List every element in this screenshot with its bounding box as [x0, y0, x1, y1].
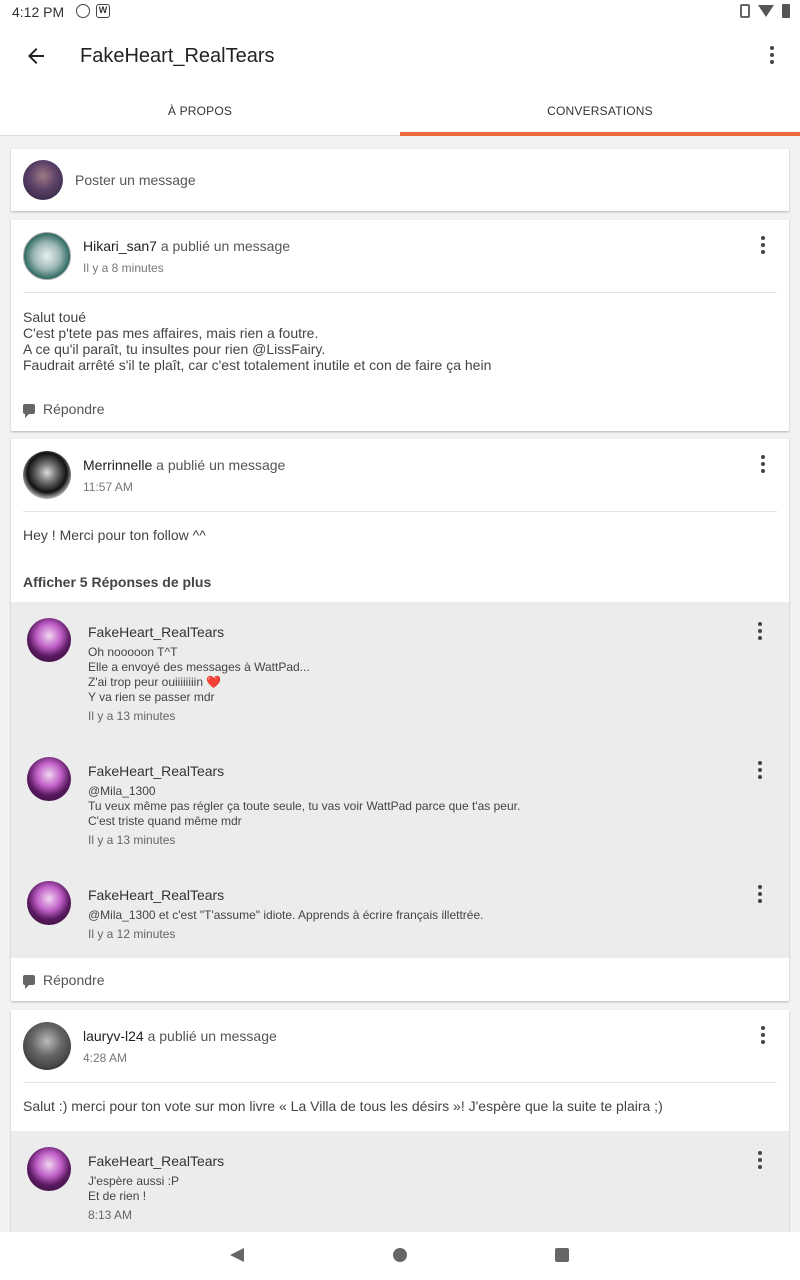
replies-list: FakeHeart_RealTears Oh nooooon T^T Elle … — [11, 602, 789, 958]
reply-body: J'espère aussi :P Et de rien ! — [88, 1174, 180, 1203]
post-composer[interactable]: Poster un message — [11, 149, 789, 211]
reply-label: Répondre — [43, 972, 105, 988]
post-body: Salut :) merci pour ton vote sur mon liv… — [23, 1098, 663, 1114]
tab-bar: À PROPOS CONVERSATIONS — [0, 88, 800, 136]
reply-time: Il y a 13 minutes — [88, 833, 176, 847]
post-action: a publié un message — [143, 1028, 277, 1044]
avatar[interactable] — [27, 757, 71, 801]
divider — [23, 292, 777, 293]
battery-icon — [782, 4, 790, 18]
nav-recents-icon[interactable] — [555, 1248, 569, 1262]
list-item: Oh nooooon T^T Elle a envoyé des message… — [88, 645, 728, 705]
avatar[interactable] — [23, 1022, 71, 1070]
post-body: Salut toué C'est p'tete pas mes affaires… — [23, 309, 492, 373]
show-more-replies-link[interactable]: Afficher 5 Réponses de plus — [23, 574, 211, 590]
post-author[interactable]: Merrinnelle — [83, 457, 152, 473]
tab-about[interactable]: À PROPOS — [0, 88, 400, 135]
replies-list: FakeHeart_RealTears J'espère aussi :P Et… — [11, 1131, 789, 1232]
avatar — [23, 160, 63, 200]
overflow-menu-icon[interactable] — [768, 46, 776, 66]
avatar[interactable] — [27, 881, 71, 925]
reply-button[interactable]: Répondre — [23, 972, 105, 989]
composer-placeholder[interactable]: Poster un message — [75, 172, 196, 188]
wifi-icon — [758, 5, 774, 17]
status-bar: 4:12 PM W — [0, 0, 800, 24]
vibrate-icon — [740, 4, 750, 18]
post-menu-icon[interactable] — [759, 1026, 767, 1046]
post-time: 11:57 AM — [83, 480, 133, 494]
post-card: Hikari_san7 a publié un message Il y a 8… — [11, 220, 789, 431]
tab-conversations[interactable]: CONVERSATIONS — [400, 88, 800, 136]
status-time: 4:12 PM — [12, 4, 65, 20]
reply-time: 8:13 AM — [88, 1208, 133, 1222]
reply-author[interactable]: FakeHeart_RealTears — [88, 1153, 224, 1169]
comment-icon — [23, 404, 35, 418]
reply-label: Répondre — [43, 401, 105, 417]
reply-menu-icon[interactable] — [756, 1151, 764, 1171]
reply-menu-icon[interactable] — [756, 622, 764, 642]
divider — [23, 1082, 777, 1083]
post-body: Hey ! Merci pour ton follow ^^ — [23, 527, 206, 543]
circle-icon — [76, 4, 90, 18]
app-bar: FakeHeart_RealTears — [0, 24, 800, 88]
reply-time: Il y a 12 minutes — [88, 927, 176, 941]
avatar[interactable] — [27, 618, 71, 662]
heart-icon: ❤️ — [206, 675, 222, 689]
post-author[interactable]: Hikari_san7 — [83, 238, 157, 254]
divider — [23, 511, 777, 512]
post-time: Il y a 8 minutes — [83, 261, 164, 275]
reply-body: @Mila_1300 et c'est "T'assume" idiote. A… — [88, 908, 484, 922]
post-menu-icon[interactable] — [759, 455, 767, 475]
avatar[interactable] — [23, 451, 71, 499]
post-card: lauryv-l24 a publié un message 4:28 AM S… — [11, 1010, 789, 1232]
conversation-feed[interactable]: Poster un message Hikari_san7 a publié u… — [0, 137, 800, 1232]
post-menu-icon[interactable] — [759, 236, 767, 256]
back-arrow-icon[interactable] — [24, 44, 48, 68]
reply-body-tail: Y va rien se passer mdr — [88, 690, 215, 704]
reply-author[interactable]: FakeHeart_RealTears — [88, 887, 224, 903]
system-nav-bar — [0, 1232, 800, 1280]
avatar[interactable] — [27, 1147, 71, 1191]
post-action: a publié un message — [156, 238, 291, 254]
post-action: a publié un message — [152, 457, 286, 473]
post-time: 4:28 AM — [83, 1051, 128, 1065]
nav-back-icon[interactable] — [230, 1248, 244, 1262]
comment-icon — [23, 975, 35, 989]
w-icon: W — [96, 4, 110, 18]
reply-menu-icon[interactable] — [756, 761, 764, 781]
avatar[interactable] — [23, 232, 71, 280]
reply-body: Oh nooooon T^T Elle a envoyé des message… — [88, 645, 310, 689]
reply-menu-icon[interactable] — [756, 885, 764, 905]
reply-body: @Mila_1300 Tu veux même pas régler ça to… — [88, 784, 521, 828]
nav-home-icon[interactable] — [393, 1248, 407, 1262]
reply-author[interactable]: FakeHeart_RealTears — [88, 763, 224, 779]
post-author[interactable]: lauryv-l24 — [83, 1028, 144, 1044]
reply-button[interactable]: Répondre — [23, 401, 105, 418]
post-card: Merrinnelle a publié un message 11:57 AM… — [11, 439, 789, 1001]
reply-author[interactable]: FakeHeart_RealTears — [88, 624, 224, 640]
reply-time: Il y a 13 minutes — [88, 709, 176, 723]
page-title: FakeHeart_RealTears — [80, 45, 275, 67]
